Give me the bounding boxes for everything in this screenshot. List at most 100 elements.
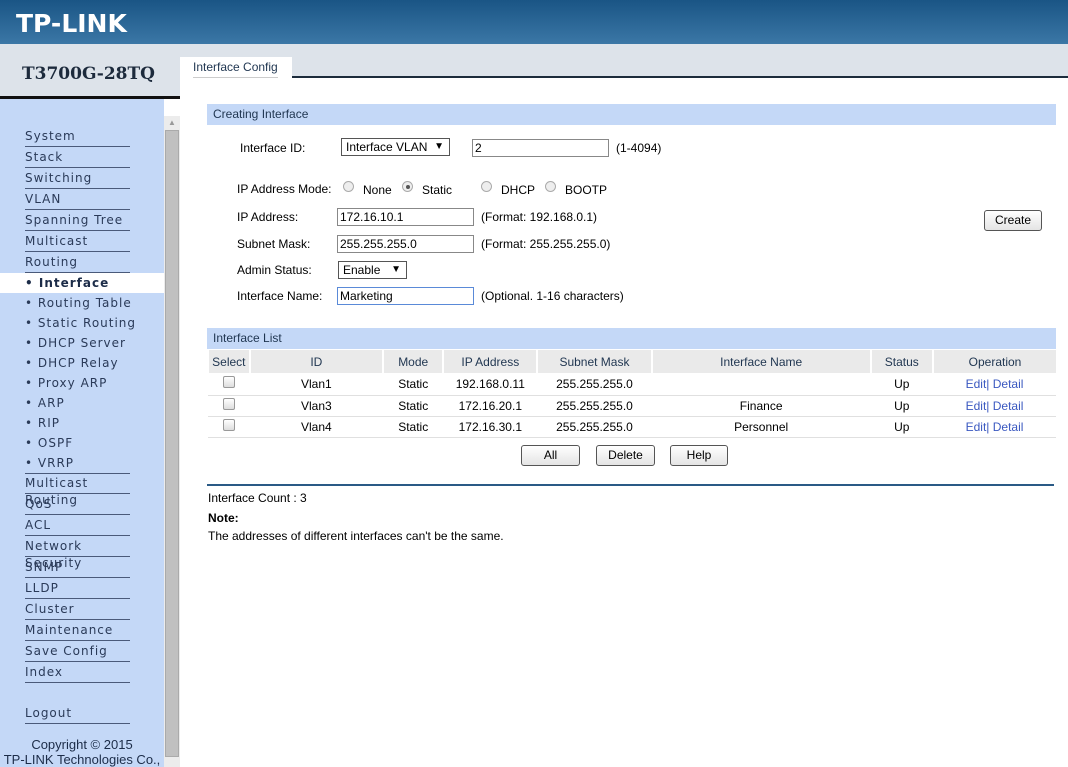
sidebar-subitem[interactable]: • RIP xyxy=(0,413,164,433)
sidebar-subitem[interactable]: • Interface xyxy=(0,273,164,293)
cell-name: Personnel xyxy=(651,416,871,438)
column-header: Operation xyxy=(932,350,1056,373)
tp-link-logo: TP-LINK xyxy=(16,9,127,38)
chevron-down-icon: ▼ xyxy=(434,141,444,152)
edit-link[interactable]: Edit xyxy=(966,399,987,413)
interface-name-label: Interface Name: xyxy=(237,289,323,303)
table-row: Vlan1 Static 192.168.0.11 255.255.255.0 … xyxy=(208,373,1056,396)
radio-bootp-label: BOOTP xyxy=(565,183,608,197)
column-header: Subnet Mask xyxy=(536,350,652,373)
select-all-button[interactable]: All xyxy=(521,445,580,466)
sidebar-subitem[interactable]: • ARP xyxy=(0,393,164,413)
sidebar-separator xyxy=(25,454,130,474)
interface-type-select[interactable]: Interface VLAN ▼ xyxy=(341,138,450,156)
sidebar-item[interactable]: Index xyxy=(25,664,130,683)
sidebar-item[interactable]: Routing xyxy=(25,254,130,273)
model-name: T3700G-28TQ xyxy=(22,64,155,84)
radio-static[interactable] xyxy=(402,181,413,192)
cell-operation: Edit| Detail xyxy=(933,373,1056,396)
column-header: IP Address xyxy=(442,350,538,373)
radio-dhcp[interactable] xyxy=(481,181,492,192)
sidebar-item[interactable]: Save Config xyxy=(25,643,130,662)
row-checkbox[interactable] xyxy=(222,376,235,389)
cell-name xyxy=(651,373,871,396)
interface-list-header: Interface List xyxy=(207,328,1056,349)
cell-operation: Edit| Detail xyxy=(933,416,1056,438)
radio-static-label: Static xyxy=(422,183,453,197)
mask-format-hint: (Format: 255.255.255.0) xyxy=(481,237,611,251)
sidebar-item[interactable]: Maintenance xyxy=(25,622,130,641)
sidebar-item[interactable]: QoS xyxy=(25,496,130,515)
cell-status: Up xyxy=(870,416,934,438)
create-button[interactable]: Create xyxy=(984,210,1042,231)
sidebar-item[interactable]: Switching xyxy=(25,170,130,189)
edit-link[interactable]: Edit xyxy=(966,420,987,434)
ip-address-label: IP Address: xyxy=(237,210,299,224)
interface-count: Interface Count : 3 xyxy=(208,491,307,505)
row-checkbox[interactable] xyxy=(222,398,235,410)
scrollbar-thumb[interactable] xyxy=(165,130,179,757)
sidebar-item[interactable]: Network Security xyxy=(25,538,130,570)
admin-status-select[interactable]: Enable ▼ xyxy=(338,261,407,279)
sidebar-subitem[interactable]: • DHCP Relay xyxy=(0,353,164,373)
cell-id: Vlan3 xyxy=(249,395,383,417)
cell-ip: 192.168.0.11 xyxy=(443,373,538,396)
cell-operation: Edit| Detail xyxy=(933,395,1056,417)
sidebar-subitem[interactable]: • DHCP Server xyxy=(0,333,164,353)
scroll-up-icon[interactable]: ▲ xyxy=(164,116,180,130)
cell-mode: Static xyxy=(383,416,444,438)
help-button[interactable]: Help xyxy=(670,445,728,466)
sidebar-subitem[interactable]: • Proxy ARP xyxy=(0,373,164,393)
cell-status: Up xyxy=(870,395,934,417)
sidebar-item[interactable]: ACL xyxy=(25,517,130,536)
logout-link[interactable]: Logout xyxy=(25,705,130,724)
sidebar-item[interactable]: SNMP xyxy=(25,559,130,578)
name-hint: (Optional. 1-16 characters) xyxy=(481,289,624,303)
sidebar-item[interactable]: Multicast xyxy=(25,233,130,252)
sidebar-item[interactable]: Stack xyxy=(25,149,130,168)
tab-divider xyxy=(292,76,1068,78)
sidebar-subitem[interactable]: • Static Routing xyxy=(0,313,164,333)
sidebar-item[interactable]: Spanning Tree xyxy=(25,212,130,231)
sidebar-item[interactable]: Cluster xyxy=(25,601,130,620)
note-title: Note: xyxy=(208,511,239,525)
sidebar-item[interactable]: VLAN xyxy=(25,191,130,210)
cell-mode: Static xyxy=(383,395,444,417)
sidebar-item[interactable]: Multicast Routing xyxy=(25,475,130,507)
ip-address-input[interactable]: 172.16.10.1 xyxy=(337,208,474,226)
table-row: Vlan4 Static 172.16.30.1 255.255.255.0 P… xyxy=(208,416,1056,438)
interface-id-range: (1-4094) xyxy=(616,141,662,155)
column-header: Interface Name xyxy=(650,350,871,373)
sidebar-item[interactable]: System xyxy=(25,128,130,147)
detail-link[interactable]: Detail xyxy=(993,420,1024,434)
interface-name-input[interactable]: Marketing xyxy=(337,287,474,305)
interface-id-input[interactable]: 2 xyxy=(472,139,609,157)
column-header: Status xyxy=(869,350,934,373)
column-header: ID xyxy=(248,350,383,373)
radio-bootp[interactable] xyxy=(545,181,556,192)
table-row: Vlan3 Static 172.16.20.1 255.255.255.0 F… xyxy=(208,395,1056,417)
sidebar-subitem[interactable]: • Routing Table xyxy=(0,293,164,313)
edit-link[interactable]: Edit xyxy=(966,377,987,391)
radio-dhcp-label: DHCP xyxy=(501,183,536,197)
radio-none[interactable] xyxy=(343,181,354,192)
note-text: The addresses of different interfaces ca… xyxy=(208,529,504,543)
sidebar-item[interactable]: LLDP xyxy=(25,580,130,599)
subnet-mask-input[interactable]: 255.255.255.0 xyxy=(337,235,474,253)
header: TP-LINK xyxy=(0,0,1068,44)
cell-mask: 255.255.255.0 xyxy=(537,373,652,396)
sidebar-subitem[interactable]: • OSPF xyxy=(0,433,164,453)
cell-mask: 255.255.255.0 xyxy=(537,395,652,417)
chevron-down-icon: ▼ xyxy=(391,264,401,275)
cell-status: Up xyxy=(870,373,934,396)
delete-button[interactable]: Delete xyxy=(596,445,655,466)
detail-link[interactable]: Detail xyxy=(993,377,1024,391)
cell-mode: Static xyxy=(383,373,444,396)
cell-id: Vlan1 xyxy=(249,373,383,396)
row-checkbox[interactable] xyxy=(222,419,235,431)
cell-ip: 172.16.20.1 xyxy=(443,395,538,417)
divider xyxy=(207,484,1054,486)
detail-link[interactable]: Detail xyxy=(993,399,1024,413)
tab-interface-config[interactable]: Interface Config xyxy=(180,57,292,78)
creating-interface-header: Creating Interface xyxy=(207,104,1056,125)
